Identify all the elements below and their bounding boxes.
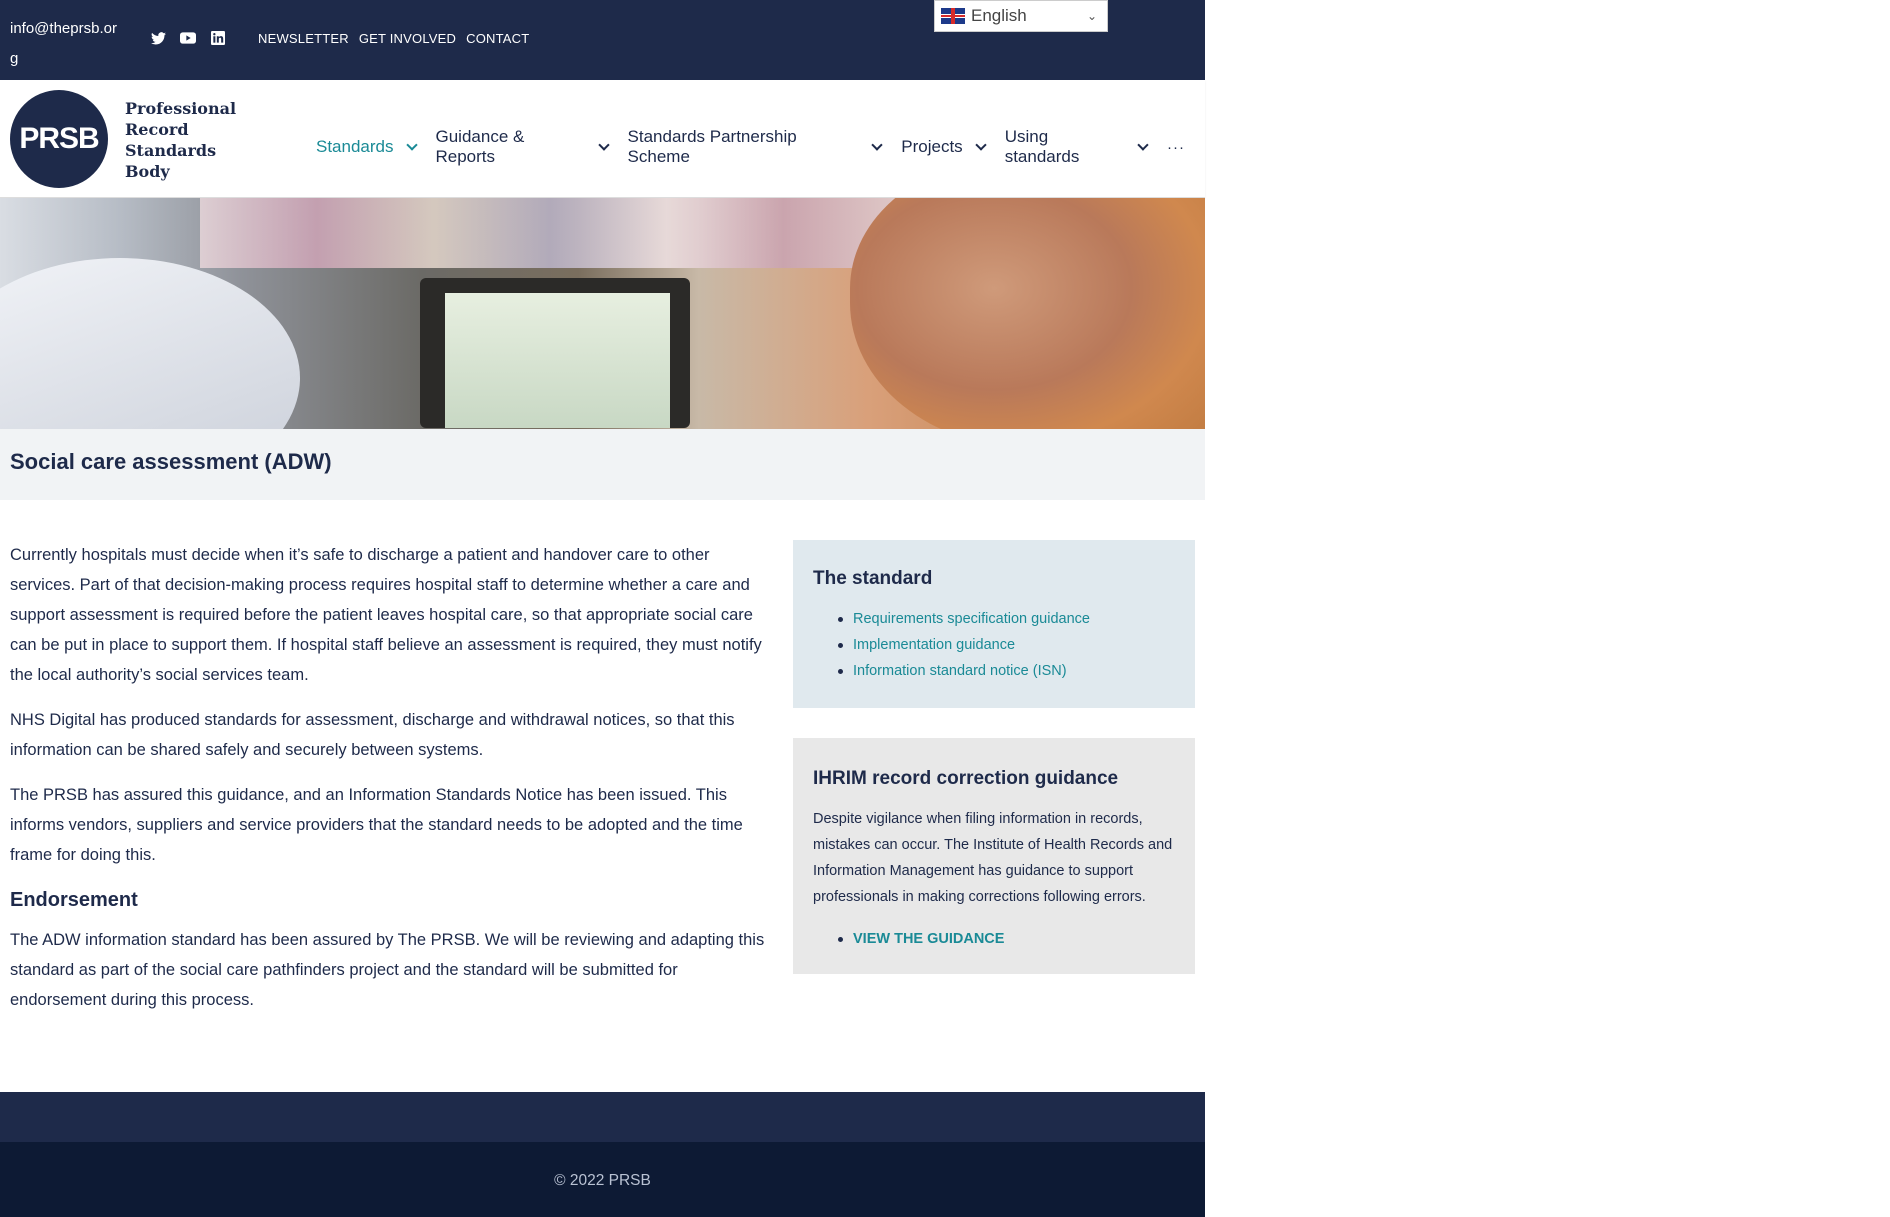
logo-line: Professional xyxy=(125,99,237,118)
nav-item-label: Guidance & Reports xyxy=(435,127,525,166)
get-involved-link[interactable]: GET INVOLVED xyxy=(359,31,456,46)
standard-panel: The standard Requirements specification … xyxy=(793,540,1195,708)
standard-links: Requirements specification guidance Impl… xyxy=(813,606,1175,684)
nav-item-guidance-reports[interactable]: Guidance & Reports xyxy=(435,127,610,167)
logo-line: Body xyxy=(125,162,170,181)
nav-item-partnership-scheme[interactable]: Standards Partnership Scheme xyxy=(627,127,883,167)
chevron-down-icon xyxy=(1137,139,1149,151)
page-title-bar: Social care assessment (ADW) xyxy=(0,429,1205,500)
ihrim-links: VIEW THE GUIDANCE xyxy=(813,926,1175,952)
twitter-icon[interactable] xyxy=(150,30,166,46)
main-content: Currently hospitals must decide when it’… xyxy=(10,540,775,1030)
chevron-down-icon: ⌄ xyxy=(1086,9,1097,23)
body-paragraph: NHS Digital has produced standards for a… xyxy=(10,711,735,759)
requirements-spec-link[interactable]: Requirements specification guidance xyxy=(838,606,1175,632)
endorsement-paragraph: The ADW information standard has been as… xyxy=(10,931,765,1009)
implementation-guidance-link[interactable]: Implementation guidance xyxy=(838,632,1175,658)
hero-image xyxy=(0,198,1205,429)
youtube-icon[interactable] xyxy=(180,30,196,46)
view-guidance-link[interactable]: VIEW THE GUIDANCE xyxy=(838,926,1175,952)
chevron-down-icon xyxy=(975,139,987,151)
logo-line: Standards xyxy=(125,141,217,160)
logo-line: Record xyxy=(125,120,189,139)
isn-link[interactable]: Information standard notice (ISN) xyxy=(838,658,1175,684)
body-paragraph: Currently hospitals must decide when it’… xyxy=(10,546,762,684)
language-label: English xyxy=(971,6,1027,25)
copyright: © 2022 PRSB xyxy=(554,1172,651,1189)
contact-link[interactable]: CONTACT xyxy=(466,31,529,46)
email-link[interactable]: info@theprsb.org xyxy=(10,14,120,74)
standard-heading: The standard xyxy=(813,568,933,589)
logo[interactable]: PRSB xyxy=(10,90,108,188)
nav-item-label: Standards Partnership Scheme xyxy=(627,127,797,166)
nav-item-label: Projects xyxy=(901,137,963,156)
primary-nav: Standards Guidance & Reports Standards P… xyxy=(316,127,1205,167)
nav-item-projects[interactable]: Projects xyxy=(901,137,987,157)
footer: © 2022 PRSB xyxy=(0,1142,1205,1217)
site: info@theprsb.org NEWSLETTER GET INVOLVED… xyxy=(0,0,1205,1217)
body-paragraph: The PRSB has assured this guidance, and … xyxy=(10,786,743,864)
chevron-down-icon xyxy=(405,139,418,151)
social-links xyxy=(150,30,226,46)
logo-mark: PRSB xyxy=(19,122,99,155)
nav-item-standards[interactable]: Standards xyxy=(316,137,418,157)
page-title: Social care assessment (ADW) xyxy=(10,449,332,474)
chevron-down-icon xyxy=(597,139,610,151)
top-bar: info@theprsb.org NEWSLETTER GET INVOLVED… xyxy=(0,0,1205,80)
main-header: PRSB Professional Record Standards Body … xyxy=(0,80,1205,198)
endorsement-heading: Endorsement xyxy=(10,889,138,911)
hero-figure-left xyxy=(0,258,300,429)
nav-item-label: Standards xyxy=(316,137,394,156)
footer-band xyxy=(0,1092,1205,1142)
chevron-down-icon xyxy=(871,139,883,151)
ihrim-heading: IHRIM record correction guidance xyxy=(813,768,1119,789)
uk-flag-icon xyxy=(941,8,965,24)
logo-wordmark[interactable]: Professional Record Standards Body xyxy=(125,98,236,182)
language-select[interactable]: English ⌄ xyxy=(934,0,1108,32)
nav-item-label: Using standards xyxy=(1004,127,1080,166)
hero-screen xyxy=(445,293,670,428)
hero-background-shelf xyxy=(200,198,900,268)
utility-nav: NEWSLETTER GET INVOLVED CONTACT xyxy=(258,31,529,46)
hero-figure-right xyxy=(850,198,1205,429)
linkedin-icon[interactable] xyxy=(210,30,226,46)
newsletter-link[interactable]: NEWSLETTER xyxy=(258,31,349,46)
ihrim-panel: IHRIM record correction guidance Despite… xyxy=(793,738,1195,974)
nav-item-using-standards[interactable]: Using standards xyxy=(1004,127,1149,167)
ihrim-text: Despite vigilance when filing informatio… xyxy=(813,811,1173,905)
more-menu-button[interactable]: ··· xyxy=(1167,139,1185,156)
